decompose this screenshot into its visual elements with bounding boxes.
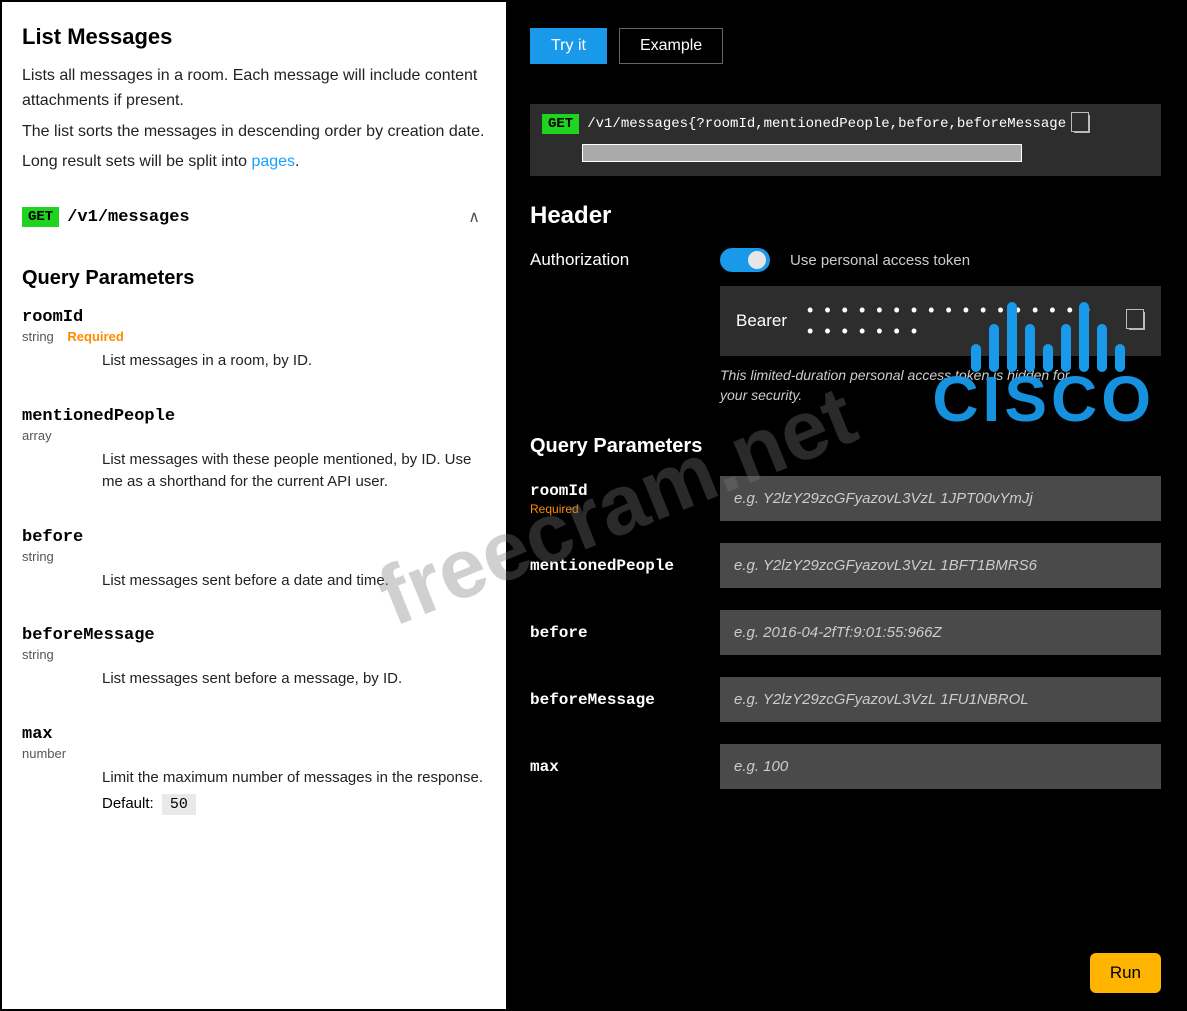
roomId-input[interactable] — [720, 476, 1161, 521]
required-tag: Required — [67, 329, 123, 344]
param-before: before string List messages sent before … — [22, 528, 486, 593]
tab-tryit[interactable]: Try it — [530, 28, 607, 64]
param-roomId: roomId string Required List messages in … — [22, 308, 486, 373]
page-title: List Messages — [22, 24, 486, 50]
url-input[interactable] — [582, 144, 1022, 162]
mentionedPeople-input[interactable] — [720, 543, 1161, 588]
auth-row: Authorization Use personal access token — [530, 248, 1161, 272]
endpoint-path: /v1/messages — [67, 208, 189, 227]
max-input[interactable] — [720, 744, 1161, 789]
param-beforeMessage: beforeMessage string List messages sent … — [22, 626, 486, 691]
endpoint-row[interactable]: GET /v1/messages ∧ — [22, 207, 486, 227]
bearer-note: This limited-duration personal access to… — [720, 366, 1100, 405]
input-row-roomId: roomId Required — [530, 476, 1161, 521]
param-max: max number Limit the maximum number of m… — [22, 725, 486, 814]
auth-toggle[interactable] — [720, 248, 770, 272]
description-2: The list sorts the messages in descendin… — [22, 120, 486, 145]
bearer-token-masked: • • • • • • • • • • • • • • • • • • • • … — [807, 300, 1109, 342]
input-row-mentionedPeople: mentionedPeople — [530, 543, 1161, 588]
docs-panel: List Messages Lists all messages in a ro… — [2, 2, 506, 1009]
toggle-label: Use personal access token — [790, 252, 970, 269]
description-1: Lists all messages in a room. Each messa… — [22, 64, 486, 114]
bearer-box: Bearer • • • • • • • • • • • • • • • • •… — [720, 286, 1161, 356]
method-badge: GET — [22, 207, 59, 227]
url-box: GET /v1/messages{?roomId,mentionedPeople… — [530, 104, 1161, 176]
run-button[interactable]: Run — [1090, 953, 1161, 993]
before-input[interactable] — [720, 610, 1161, 655]
method-badge: GET — [542, 114, 579, 134]
input-row-beforeMessage: beforeMessage — [530, 677, 1161, 722]
tab-example[interactable]: Example — [619, 28, 723, 64]
query-params-heading: Query Parameters — [530, 435, 1161, 458]
bearer-label: Bearer — [736, 311, 787, 331]
input-row-before: before — [530, 610, 1161, 655]
copy-icon[interactable] — [1074, 115, 1090, 133]
input-row-max: max — [530, 744, 1161, 789]
tabs: Try it Example — [530, 28, 1161, 64]
chevron-up-icon[interactable]: ∧ — [468, 207, 480, 227]
header-heading: Header — [530, 202, 1161, 230]
required-tag: Required — [530, 502, 700, 516]
param-mentionedPeople: mentionedPeople array List messages with… — [22, 407, 486, 494]
auth-label: Authorization — [530, 250, 700, 270]
pages-link[interactable]: pages — [251, 153, 295, 170]
description-3: Long result sets will be split into page… — [22, 150, 486, 175]
query-params-heading: Query Parameters — [22, 267, 486, 290]
beforeMessage-input[interactable] — [720, 677, 1161, 722]
url-template: /v1/messages{?roomId,mentionedPeople,bef… — [587, 116, 1066, 132]
default-value: 50 — [162, 794, 196, 815]
tryit-panel: Try it Example GET /v1/messages{?roomId,… — [506, 2, 1185, 1009]
copy-icon[interactable] — [1129, 312, 1145, 330]
